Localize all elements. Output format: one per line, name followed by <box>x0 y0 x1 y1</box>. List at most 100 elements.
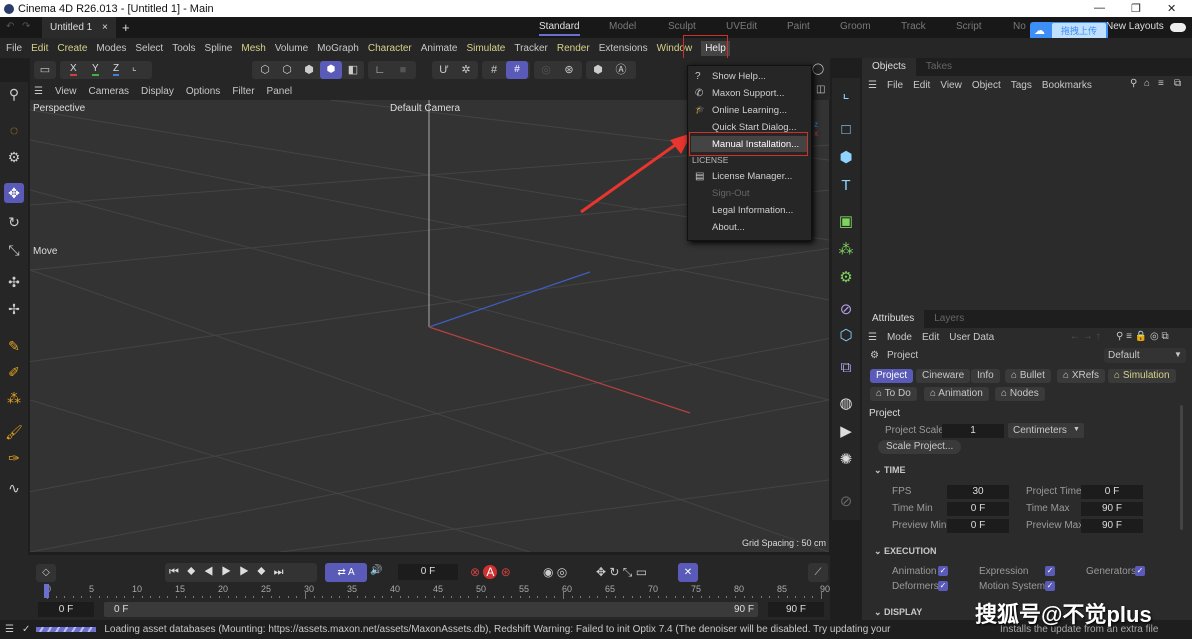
menu-item-online-learning[interactable]: Online Learning... <box>712 105 787 116</box>
objects-menu-icon[interactable]: ☰ <box>868 80 877 91</box>
viewport-sphere-icon[interactable]: ◯ <box>811 62 825 76</box>
undo-icon[interactable]: ↶ <box>6 21 14 32</box>
menu-tracker[interactable]: Tracker <box>514 43 548 54</box>
layout-tab-script[interactable]: Script <box>956 21 982 32</box>
execution-section-header[interactable]: ⌄ EXECUTION <box>874 546 937 557</box>
chip-bullet[interactable]: ⌂ Bullet <box>1005 369 1051 383</box>
unit-dropdown[interactable]: Centimeters ▼ <box>1008 423 1084 438</box>
document-tab[interactable]: Untitled 1 × <box>42 17 116 38</box>
pop-out-icon[interactable]: ⧉ <box>1174 78 1181 89</box>
chip-cineware[interactable]: Cineware <box>916 369 971 383</box>
viewport-menu-filter[interactable]: Filter <box>232 86 254 97</box>
preset-dropdown[interactable]: Default ▼ <box>1104 348 1186 363</box>
knife-icon[interactable]: ✑ <box>4 448 24 468</box>
selection-icon[interactable]: ◌ <box>4 120 24 140</box>
spline-pen-icon[interactable]: ✎ <box>4 336 24 356</box>
deformer-icon[interactable]: ⊘ <box>836 300 856 320</box>
lock-z-button[interactable]: Z <box>113 63 120 76</box>
layout-tab-standard[interactable]: Standard <box>539 21 580 36</box>
viewport-menu-options[interactable]: Options <box>186 86 220 97</box>
maximize-button[interactable]: ❐ <box>1131 2 1141 15</box>
current-frame-field[interactable]: 0 F <box>398 564 458 580</box>
tool-settings-icon[interactable]: ⚙ <box>4 147 24 167</box>
coordinate-system-icon[interactable]: ⌞ <box>132 62 137 73</box>
home-icon[interactable]: ⌂ <box>1144 78 1150 89</box>
deformers-checkbox[interactable]: ✓ <box>938 581 948 591</box>
objects-menu-view[interactable]: View <box>940 80 962 91</box>
render-settings-icon[interactable]: ⊛ <box>562 63 576 77</box>
new-tab-button[interactable]: + <box>122 20 130 35</box>
project-time-field[interactable]: 0 F <box>1081 485 1143 499</box>
text-icon[interactable]: T <box>836 176 856 196</box>
chip-nodes[interactable]: ⌂ Nodes <box>995 387 1045 401</box>
objects-menu-object[interactable]: Object <box>972 80 1001 91</box>
null-object-icon[interactable]: ⌞ <box>836 84 856 104</box>
record-icon[interactable]: ⊗ A ⊛ <box>470 565 511 579</box>
close-tab-icon[interactable]: × <box>102 22 108 33</box>
viewport-menu-cameras[interactable]: Cameras <box>88 86 129 97</box>
light-icon[interactable]: ✺ <box>836 450 856 470</box>
viewport-solo-button[interactable]: ▭ <box>34 61 56 79</box>
render-region-icon[interactable]: ◎ <box>539 63 553 77</box>
menu-modes[interactable]: Modes <box>96 43 126 54</box>
attributes-menu-edit[interactable]: Edit <box>922 332 939 343</box>
effector-icon[interactable]: ⚙ <box>836 268 856 288</box>
camera-icon[interactable]: ▶ <box>836 422 856 442</box>
sketch-icon[interactable]: ∿ <box>4 478 24 498</box>
polygons-mode-icon[interactable]: ⬢ <box>302 63 316 77</box>
menu-item-license-manager[interactable]: License Manager... <box>712 171 792 182</box>
loop-autokey-buttons[interactable]: ⇄ A <box>325 563 367 582</box>
start-frame-field[interactable]: 0 F <box>38 602 94 617</box>
menu-create[interactable]: Create <box>57 43 87 54</box>
range-slider[interactable]: 0 F 90 F <box>104 602 758 617</box>
axis-mode-icon[interactable]: ∟ <box>373 63 387 77</box>
menu-volume[interactable]: Volume <box>275 43 308 54</box>
tab-objects[interactable]: Objects <box>862 58 916 76</box>
preview-max-field[interactable]: 90 F <box>1081 519 1143 533</box>
viewport-menu-panel[interactable]: Panel <box>267 86 293 97</box>
menu-mograph[interactable]: MoGraph <box>317 43 359 54</box>
model-mode-button[interactable]: ⬢ <box>320 61 342 79</box>
tab-takes[interactable]: Takes <box>916 58 962 76</box>
field-icon[interactable]: ⬡ <box>836 326 856 346</box>
attributes-menu-user-data[interactable]: User Data <box>949 332 994 343</box>
new-layouts-label[interactable]: New Layouts <box>1106 21 1164 32</box>
tab-layers[interactable]: Layers <box>924 310 974 328</box>
menu-file[interactable]: File <box>6 43 22 54</box>
menu-render[interactable]: Render <box>557 43 590 54</box>
lock-x-button[interactable]: X <box>70 63 77 76</box>
end-frame-field[interactable]: 90 F <box>768 602 824 617</box>
sound-icon[interactable]: 🔊 <box>370 565 382 576</box>
preview-min-field[interactable]: 0 F <box>947 519 1009 533</box>
edges-mode-icon[interactable]: ⬡ <box>280 63 294 77</box>
snap-settings-icon[interactable]: ✲ <box>459 63 473 77</box>
cloner-icon[interactable]: ⁂ <box>836 240 856 260</box>
playback-controls[interactable]: ⏮◆◀▶▶◆⏭ <box>165 563 317 582</box>
objects-menu-bookmarks[interactable]: Bookmarks <box>1042 80 1092 91</box>
spline-tool-icon[interactable]: ✐ <box>4 362 24 382</box>
environment-icon[interactable]: ◍ <box>836 394 856 414</box>
chip-xrefs[interactable]: ⌂ XRefs <box>1057 369 1106 383</box>
menu-edit[interactable]: Edit <box>31 43 48 54</box>
layout-tab-track[interactable]: Track <box>901 21 926 32</box>
workplane-icon[interactable]: ■ <box>396 63 410 77</box>
move-tool-icon[interactable]: ✥ <box>4 183 24 203</box>
transfer-tool-icon[interactable]: ✣ <box>4 272 24 292</box>
new-layouts-toggle[interactable] <box>1170 23 1186 32</box>
fps-field[interactable]: 30 <box>947 485 1009 499</box>
tab-attributes[interactable]: Attributes <box>862 310 925 328</box>
polygon-tool-icon[interactable]: ⁂ <box>4 388 24 408</box>
redo-icon[interactable]: ↷ <box>22 21 30 32</box>
time-max-field[interactable]: 90 F <box>1081 502 1143 516</box>
generators-checkbox[interactable]: ✓ <box>1135 566 1145 576</box>
grid-snap-button[interactable]: # <box>506 61 528 79</box>
minimize-button[interactable]: — <box>1094 2 1105 14</box>
menu-extensions[interactable]: Extensions <box>599 43 648 54</box>
scale-tool-icon[interactable]: ⤡ <box>4 240 24 260</box>
key-toggle-button[interactable]: ✕ <box>678 563 698 582</box>
rotate-tool-icon[interactable]: ↻ <box>4 212 24 232</box>
viewport-menu-view[interactable]: View <box>55 86 77 97</box>
viewport-menu-display[interactable]: Display <box>141 86 174 97</box>
generator-icon[interactable]: ▣ <box>836 212 856 232</box>
viewport-menu-icon[interactable]: ☰ <box>34 86 43 97</box>
